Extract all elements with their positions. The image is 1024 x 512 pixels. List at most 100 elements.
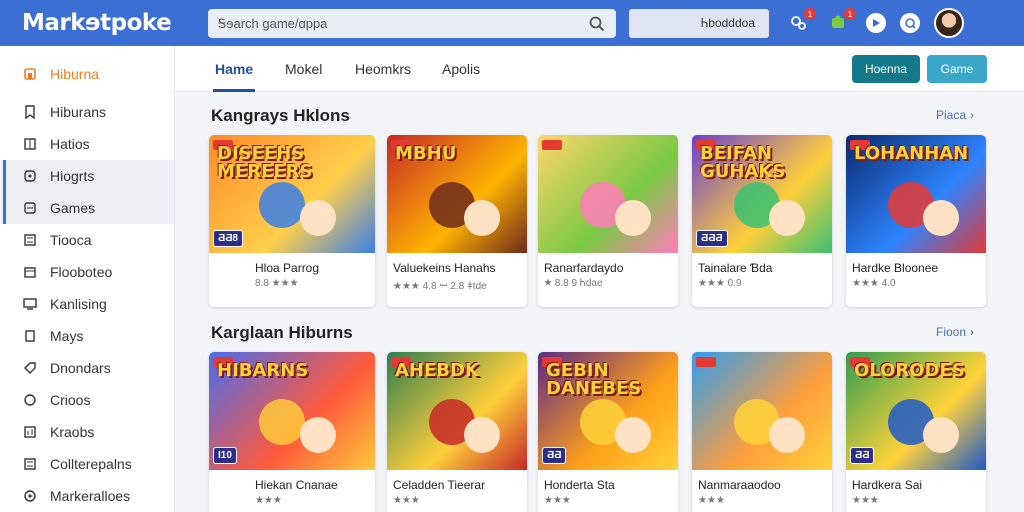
- puzzle-icon[interactable]: 1: [826, 8, 856, 36]
- home-icon: [22, 66, 38, 82]
- sidebar-item[interactable]: Kraobs: [0, 416, 174, 448]
- list-icon: [22, 456, 38, 472]
- top-icons: 1 1: [786, 7, 964, 39]
- secondary-action-button[interactable]: Game: [927, 55, 987, 83]
- game-card[interactable]: MBHU Valuekeins Hanahs ★★★ 4.8 ꟷ 2.8 ǂtde: [387, 135, 527, 307]
- sidebar-item[interactable]: Collterepalns: [0, 448, 174, 480]
- tab-apps[interactable]: Apolis: [442, 61, 480, 77]
- section-title: Karglaan Hiburns: [211, 323, 353, 342]
- game-title: Hiekan Cnanae: [255, 478, 338, 492]
- sidebar-item-label: Hatios: [50, 136, 90, 152]
- character-art: [464, 199, 500, 236]
- game-banner-text: AHEBDK: [395, 360, 479, 381]
- see-all-label: Fioon: [936, 325, 967, 339]
- game-title: Hardke Bloonee: [852, 261, 939, 275]
- game-card[interactable]: HIBARNS Ɩ10 Hiekan Cnanae ★★★: [209, 352, 375, 512]
- sidebar-item[interactable]: Tiooca: [0, 224, 174, 256]
- game-title: Hloa Parrog: [255, 261, 320, 275]
- thumb-corner-badge: [542, 140, 562, 150]
- clock-icon: [22, 168, 38, 184]
- search-input[interactable]: Ꭶɘarch ɡame/ɑppa: [208, 9, 616, 38]
- character-art: [300, 416, 337, 453]
- sidebar-item-label: Collterepalns: [50, 456, 132, 472]
- game-card[interactable]: Nanmaraaodoo ★★★: [692, 352, 832, 512]
- help-icon[interactable]: [900, 13, 920, 33]
- game-thumbnail[interactable]: MBHU: [387, 135, 527, 253]
- top-bar: Markɘtpoke Ꭶɘarch ɡame/ɑppa Ꮒbodddoa 1 1: [0, 0, 1024, 46]
- search-icon[interactable]: [588, 15, 606, 33]
- see-all-link[interactable]: Piaca ›: [936, 108, 974, 122]
- game-thumbnail[interactable]: [692, 352, 832, 470]
- game-card[interactable]: AHEBDK Celadden Tieerar ★★★: [387, 352, 527, 512]
- rating-badge: ƋƋ8: [213, 230, 243, 247]
- game-card[interactable]: BEIFAN GUHAKS ƋƋƋ Tainalare Ɓda ★★★ 0.9: [692, 135, 832, 307]
- game-thumbnail[interactable]: AHEBDK: [387, 352, 527, 470]
- game-thumbnail[interactable]: DISEEHS MEREERS ƋƋ8: [209, 135, 375, 253]
- character-art: [615, 416, 651, 453]
- sidebar-item[interactable]: Games: [0, 192, 174, 224]
- character-art: [769, 199, 805, 236]
- game-card[interactable]: OLORODES ƋƋ Hardkera Sai ★★★: [846, 352, 986, 512]
- game-card[interactable]: DISEEHS MEREERS ƋƋ8 Hloa Parrog 8.8 ★★★: [209, 135, 375, 307]
- sidebar-item[interactable]: Hiogrts: [0, 160, 174, 192]
- search-placeholder: Ꭶɘarch ɡame/ɑppa: [218, 15, 328, 31]
- cart-badge: 1: [844, 8, 856, 20]
- sidebar-item[interactable]: Hiburna: [0, 58, 174, 90]
- sidebar-item-label: Mays: [50, 328, 84, 344]
- sidebar-item[interactable]: Kanlising: [0, 288, 174, 320]
- game-title: Ranarfardaydo: [544, 261, 624, 275]
- game-thumbnail[interactable]: [538, 135, 678, 253]
- game-thumbnail[interactable]: GEBIN DANEBES ƋƋ: [538, 352, 678, 470]
- sidebar-item-label: Crioos: [50, 392, 91, 408]
- sidebar-item-label: Dnondars: [50, 360, 111, 376]
- sidebar: Hiburna Hiburans Hatios Hiogrts Games Tiooca F…: [0, 46, 175, 512]
- game-thumbnail[interactable]: LOHANHAN: [846, 135, 986, 253]
- game-card[interactable]: GEBIN DANEBES ƋƋ Honderta Sta ★★★: [538, 352, 678, 512]
- sidebar-item[interactable]: Dnondars: [0, 352, 174, 384]
- sidebar-item[interactable]: Mays: [0, 320, 174, 352]
- sidebar-item[interactable]: Crioos: [0, 384, 174, 416]
- see-all-link[interactable]: Fioon ›: [936, 325, 974, 339]
- rating-badge: ƋƋ: [850, 447, 875, 464]
- chart-icon: [22, 424, 38, 440]
- game-title: Tainalare Ɓda: [698, 261, 773, 275]
- sidebar-item[interactable]: Flooboteo: [0, 256, 174, 288]
- game-banner-text: DISEEHS MEREERS: [217, 143, 313, 182]
- list-icon: [22, 232, 38, 248]
- sidebar-item[interactable]: Hiburans: [0, 96, 174, 128]
- sidebar-item-label: Markeralloes: [50, 488, 131, 504]
- play-icon[interactable]: [866, 13, 886, 33]
- sidebar-item[interactable]: Markeralloes: [0, 480, 174, 512]
- character-art: [464, 416, 500, 453]
- tab-model[interactable]: Mokel: [285, 61, 322, 77]
- game-thumbnail[interactable]: HIBARNS Ɩ10: [209, 352, 375, 470]
- sidebar-item-label: Hiburna: [50, 66, 100, 82]
- notifications-icon[interactable]: 1: [786, 8, 816, 36]
- game-banner-text: GEBIN DANEBES: [546, 360, 642, 399]
- character-art: [615, 199, 651, 236]
- chevron-right-icon: ›: [970, 325, 975, 339]
- sidebar-item-label: Tiooca: [50, 232, 92, 248]
- game-banner-text: BEIFAN GUHAKS: [700, 143, 786, 182]
- filter-dropdown[interactable]: Ꮒbodddoa: [629, 9, 769, 38]
- primary-action-button[interactable]: Hoenna: [852, 55, 920, 83]
- circle-icon: [22, 392, 38, 408]
- tab-homes[interactable]: Heomkrs: [355, 61, 411, 77]
- chevron-right-icon: ›: [970, 108, 975, 122]
- game-rating: 8.8 ★★★: [255, 278, 299, 289]
- app-logo[interactable]: Markɘtpoke: [0, 10, 175, 36]
- game-title: Hardkera Sai: [852, 478, 923, 492]
- tab-home[interactable]: Hame: [212, 61, 256, 92]
- user-avatar[interactable]: [934, 8, 964, 38]
- tag-icon: [22, 360, 38, 376]
- game-card[interactable]: LOHANHAN Hardke Bloonee ★★★ 4.0: [846, 135, 986, 307]
- game-rating: ★ 8.8 9 Ꮒdae: [544, 278, 603, 289]
- sidebar-item[interactable]: Hatios: [0, 128, 174, 160]
- game-banner-text: OLORODES: [854, 360, 965, 381]
- game-thumbnail[interactable]: BEIFAN GUHAKS ƋƋƋ: [692, 135, 832, 253]
- character-art: [258, 399, 305, 446]
- settings-icon: [22, 488, 38, 504]
- game-thumbnail[interactable]: OLORODES ƋƋ: [846, 352, 986, 470]
- game-title: Valuekeins Hanahs: [393, 261, 496, 275]
- game-card[interactable]: Ranarfardaydo ★ 8.8 9 Ꮒdae: [538, 135, 678, 307]
